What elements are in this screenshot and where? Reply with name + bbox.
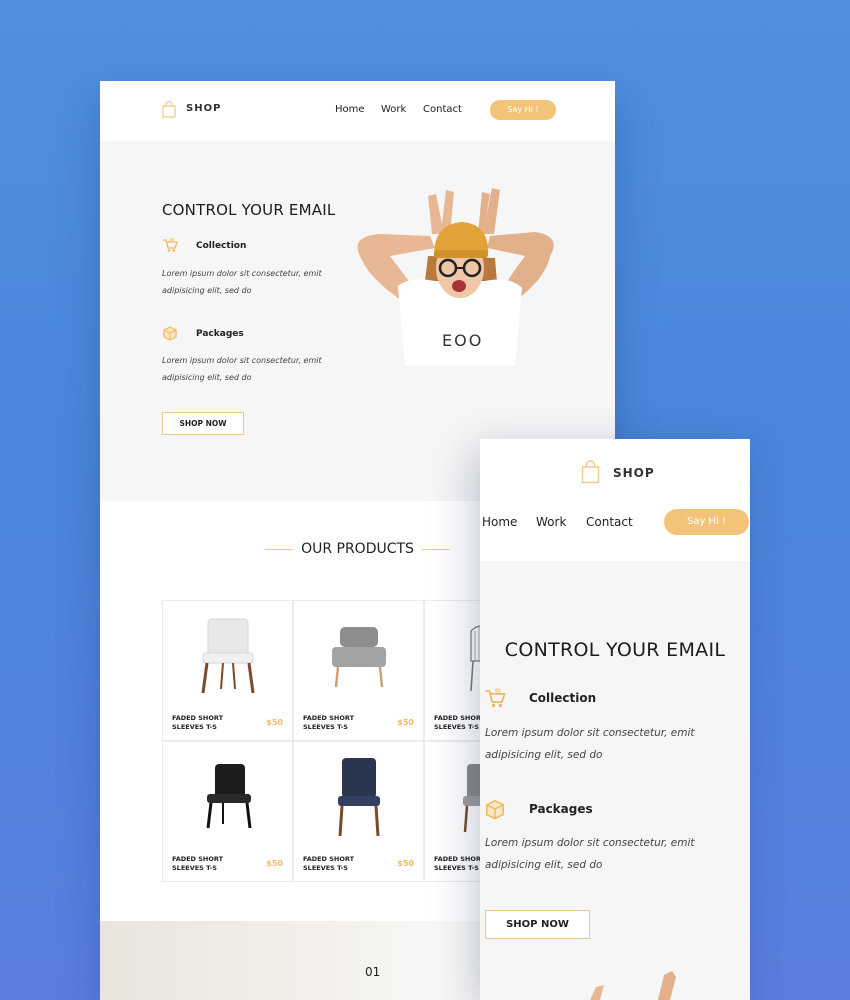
- feature-text-packages: Lorem ipsum dolor sit consectetur, emit …: [162, 356, 322, 382]
- desktop-header: SHOP Home Work Contact Say Hi !: [100, 81, 615, 141]
- navy-chair-image: [338, 758, 380, 837]
- product-price: $50: [397, 859, 414, 868]
- nav-home[interactable]: Home: [335, 104, 365, 115]
- svg-text:EOO: EOO: [442, 331, 483, 350]
- product-name: FADED SHORT SLEEVES T-S: [303, 714, 355, 731]
- section-number: 01: [365, 965, 381, 979]
- feature-title-collection: Collection: [529, 691, 597, 705]
- hero-photo-partial: [590, 971, 676, 1000]
- heading-divider-right: [421, 548, 450, 550]
- white-chair-image: [201, 618, 255, 694]
- nav-contact[interactable]: Contact: [586, 515, 633, 529]
- feature-title-packages: Packages: [196, 329, 244, 339]
- shopping-cart-icon: [163, 238, 178, 252]
- shopping-cart-icon: [485, 688, 506, 708]
- say-hi-button[interactable]: Say Hi !: [490, 100, 556, 120]
- product-card[interactable]: FADED SHORT SLEEVES T-S $50: [293, 741, 424, 882]
- nav-home[interactable]: Home: [482, 515, 517, 529]
- shop-now-button[interactable]: SHOP NOW: [162, 412, 244, 435]
- product-price: $50: [397, 718, 414, 727]
- say-hi-button[interactable]: Say Hi !: [664, 509, 749, 535]
- shopping-bag-icon: [162, 101, 176, 118]
- product-card[interactable]: FADED SHORT SLEEVES T-S $50: [162, 600, 293, 741]
- feature-text-collection: Lorem ipsum dolor sit consectetur, emit …: [485, 727, 695, 761]
- nav-contact[interactable]: Contact: [423, 104, 462, 115]
- product-name: FADED SHORT SLEEVES T-S: [172, 714, 224, 731]
- feature-text-packages: Lorem ipsum dolor sit consectetur, emit …: [485, 837, 695, 871]
- product-card[interactable]: FADED SHORT SLEEVES T-S $50: [162, 741, 293, 882]
- product-price: $50: [266, 718, 283, 727]
- product-name: FADED SHORT SLEEVES T-S: [172, 855, 224, 872]
- feature-text-collection: Lorem ipsum dolor sit consectetur, emit …: [162, 269, 322, 295]
- feature-title-packages: Packages: [529, 802, 593, 816]
- hero-photo: EOO: [357, 188, 554, 366]
- grey-lounge-chair-image: [332, 627, 386, 688]
- mobile-email-mockup: SHOP Home Work Contact Say Hi ! CONTROL …: [480, 439, 750, 1000]
- hero-title: CONTROL YOUR EMAIL: [504, 639, 726, 661]
- shopping-bag-icon: [581, 460, 600, 484]
- heading-divider-left: [265, 548, 294, 550]
- feature-title-collection: Collection: [196, 241, 247, 251]
- product-card[interactable]: FADED SHORT SLEEVES T-S $50: [293, 600, 424, 741]
- black-chair-image: [206, 764, 252, 829]
- package-icon: [485, 799, 505, 820]
- logo-text[interactable]: SHOP: [186, 103, 221, 114]
- hero-title: CONTROL YOUR EMAIL: [162, 201, 336, 219]
- mobile-header: SHOP Home Work Contact Say Hi !: [480, 439, 750, 561]
- logo-text[interactable]: SHOP: [613, 466, 655, 480]
- shop-now-button[interactable]: SHOP NOW: [485, 910, 590, 939]
- package-icon: [163, 326, 177, 341]
- products-title: OUR PRODUCTS: [301, 541, 414, 557]
- nav-work[interactable]: Work: [536, 515, 566, 529]
- product-name: FADED SHORT SLEEVES T-S: [303, 855, 355, 872]
- product-price: $50: [266, 859, 283, 868]
- nav-work[interactable]: Work: [381, 104, 406, 115]
